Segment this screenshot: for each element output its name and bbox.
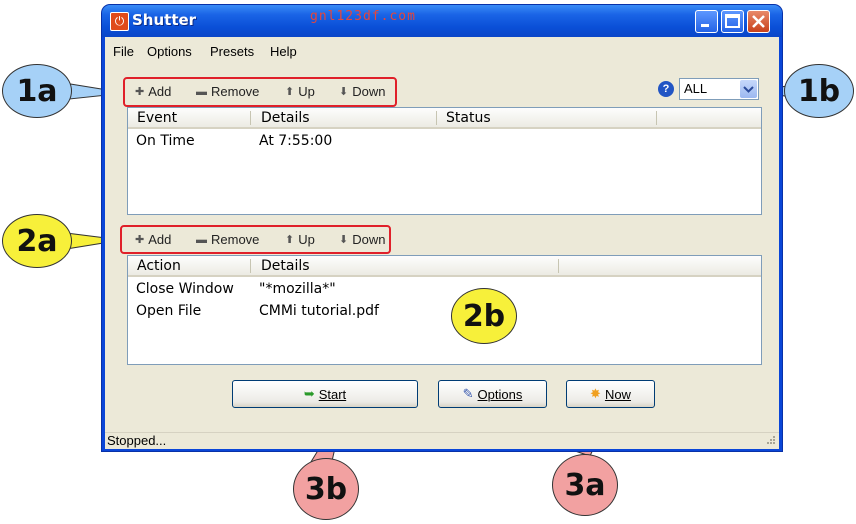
menu-file[interactable]: File	[113, 44, 134, 59]
table-row[interactable]: On Time At 7:55:00	[128, 131, 761, 151]
burst-icon: ✸	[590, 386, 601, 401]
title-bar[interactable]: ⏻ Shutter gnl123df.com	[102, 5, 782, 37]
filter-value: ALL	[684, 81, 708, 96]
col-separator	[436, 111, 437, 125]
options-icon: ✎	[462, 386, 474, 401]
start-icon: ➥	[303, 386, 315, 401]
row-details: "*mozilla*"	[259, 281, 336, 297]
minimize-button[interactable]	[695, 10, 718, 33]
table-row[interactable]: Close Window "*mozilla*"	[128, 279, 761, 299]
status-text: Stopped...	[107, 433, 167, 448]
annotation-bubble-2b: 2b	[451, 288, 517, 344]
annotation-bubble-1b: 1b	[784, 64, 854, 118]
row-action: Open File	[136, 303, 202, 319]
col-separator	[656, 111, 657, 125]
help-icon[interactable]: ?	[658, 81, 674, 97]
actions-list[interactable]: Action Details Close Window "*mozilla*" …	[127, 255, 762, 365]
col-details[interactable]: Details	[261, 110, 310, 126]
power-icon[interactable]: ⏻	[110, 12, 129, 31]
table-row[interactable]: Open File CMMi tutorial.pdf	[128, 301, 761, 321]
col-action[interactable]: Action	[137, 258, 181, 274]
watermark: gnl123df.com	[310, 9, 416, 24]
col-details[interactable]: Details	[261, 258, 310, 274]
row-details: CMMi tutorial.pdf	[259, 303, 379, 319]
resize-grip-icon[interactable]	[764, 435, 776, 447]
events-list-header: Event Details Status	[128, 108, 761, 129]
row-details: At 7:55:00	[259, 133, 333, 149]
chevron-down-icon[interactable]	[740, 80, 757, 98]
now-button[interactable]: ✸ Now	[566, 380, 655, 408]
annotation-bubble-3a: 3a	[552, 454, 618, 516]
minimize-icon	[701, 24, 709, 27]
col-separator	[250, 111, 251, 125]
start-button[interactable]: ➥ Start	[232, 380, 418, 408]
start-label: Start	[318, 386, 347, 402]
actions-list-header: Action Details	[128, 256, 761, 277]
options-button[interactable]: ✎ Options	[438, 380, 547, 408]
options-label: Options	[477, 386, 523, 402]
events-list[interactable]: Event Details Status On Time At 7:55:00	[127, 107, 762, 215]
menu-help[interactable]: Help	[270, 44, 297, 59]
menu-presets[interactable]: Presets	[210, 44, 254, 59]
annotation-bubble-2a: 2a	[2, 214, 72, 268]
now-label: Now	[604, 386, 631, 402]
col-event[interactable]: Event	[137, 110, 177, 126]
row-action: Close Window	[136, 281, 234, 297]
annotation-box-1a	[123, 77, 397, 107]
maximize-button[interactable]	[721, 10, 744, 33]
close-button[interactable]	[747, 10, 770, 33]
annotation-bubble-3b: 3b	[293, 458, 359, 520]
annotation-box-2a	[120, 225, 391, 254]
window-title: Shutter	[132, 11, 197, 29]
close-icon	[752, 15, 765, 28]
col-separator	[250, 259, 251, 273]
col-separator	[558, 259, 559, 273]
row-event: On Time	[136, 133, 195, 149]
annotation-bubble-1a: 1a	[2, 64, 72, 118]
maximize-icon	[725, 14, 740, 28]
filter-select[interactable]: ALL	[679, 78, 759, 100]
col-status[interactable]: Status	[446, 110, 491, 126]
status-bar: Stopped...	[105, 432, 779, 449]
menu-options[interactable]: Options	[147, 44, 192, 59]
